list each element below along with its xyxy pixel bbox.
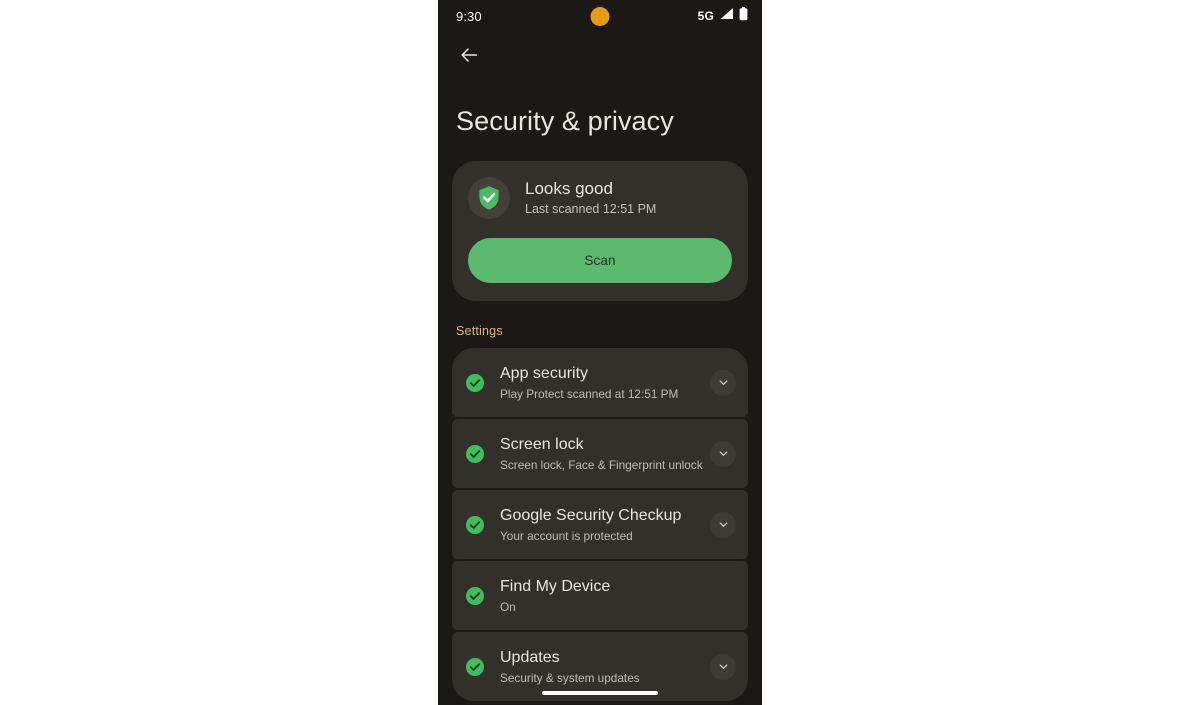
settings-item-title: Screen lock — [500, 435, 584, 453]
check-circle-icon — [466, 586, 484, 605]
settings-item-title: App security — [500, 364, 589, 382]
check-circle-icon — [466, 657, 484, 676]
settings-item-find-my-device[interactable]: Find My Device On — [452, 561, 748, 630]
chevron-down-icon[interactable] — [710, 369, 736, 396]
settings-item-text: Updates Security & system updates — [500, 648, 710, 686]
settings-item-app-security[interactable]: App security Play Protect scanned at 12:… — [452, 348, 748, 417]
signal-bars-icon — [719, 7, 734, 25]
app-bar — [438, 32, 762, 78]
settings-item-title: Find My Device — [500, 577, 611, 595]
scan-button[interactable]: Scan — [468, 238, 732, 283]
settings-item-text: Google Security Checkup Your account is … — [500, 506, 710, 544]
security-status-text: Looks good Last scanned 12:51 PM — [525, 179, 656, 217]
gesture-nav-handle[interactable] — [542, 691, 658, 695]
phone-screen: 9:30 5G Security & privacy Looks good La… — [438, 0, 762, 705]
settings-item-google-security-checkup[interactable]: Google Security Checkup Your account is … — [452, 490, 748, 559]
settings-item-screen-lock[interactable]: Screen lock Screen lock, Face & Fingerpr… — [452, 419, 748, 488]
page-title: Security & privacy — [456, 106, 674, 136]
network-type-label: 5G — [697, 9, 714, 23]
settings-item-subtitle: Security & system updates — [500, 670, 640, 685]
security-status-summary: Looks good Last scanned 12:51 PM — [468, 177, 732, 219]
settings-section-label: Settings — [456, 324, 503, 338]
arrow-left-icon — [461, 48, 478, 62]
settings-item-subtitle: Screen lock, Face & Fingerprint unlock — [500, 457, 703, 472]
settings-item-title: Updates — [500, 648, 560, 666]
chevron-down-icon[interactable] — [710, 440, 736, 467]
settings-item-subtitle: On — [500, 599, 516, 614]
screenshot-canvas: 9:30 5G Security & privacy Looks good La… — [0, 0, 1200, 705]
security-status-subtitle: Last scanned 12:51 PM — [525, 202, 657, 216]
scroll-content: Looks good Last scanned 12:51 PM Scan Se… — [438, 161, 762, 701]
camera-punch-hole-icon — [590, 7, 610, 26]
settings-item-text: Find My Device On — [500, 577, 710, 615]
shield-check-icon — [468, 177, 510, 219]
check-circle-icon — [466, 373, 484, 392]
settings-item-title: Google Security Checkup — [500, 506, 682, 524]
settings-item-subtitle: Play Protect scanned at 12:51 PM — [500, 386, 679, 401]
check-circle-icon — [466, 515, 484, 534]
settings-item-subtitle: Your account is protected — [500, 528, 633, 543]
check-circle-icon — [466, 444, 484, 463]
chevron-down-icon[interactable] — [710, 511, 736, 538]
status-bar-clock: 9:30 — [456, 8, 482, 24]
status-bar-indicators: 5G — [697, 6, 748, 26]
battery-full-icon — [739, 6, 748, 26]
back-button[interactable] — [456, 42, 482, 68]
settings-item-text: App security Play Protect scanned at 12:… — [500, 364, 710, 402]
status-bar: 9:30 5G — [438, 0, 762, 32]
settings-item-text: Screen lock Screen lock, Face & Fingerpr… — [500, 435, 710, 473]
security-status-card: Looks good Last scanned 12:51 PM Scan — [452, 161, 748, 301]
chevron-down-icon[interactable] — [710, 653, 736, 680]
settings-list: App security Play Protect scanned at 12:… — [452, 348, 748, 701]
security-status-headline: Looks good — [525, 179, 613, 198]
